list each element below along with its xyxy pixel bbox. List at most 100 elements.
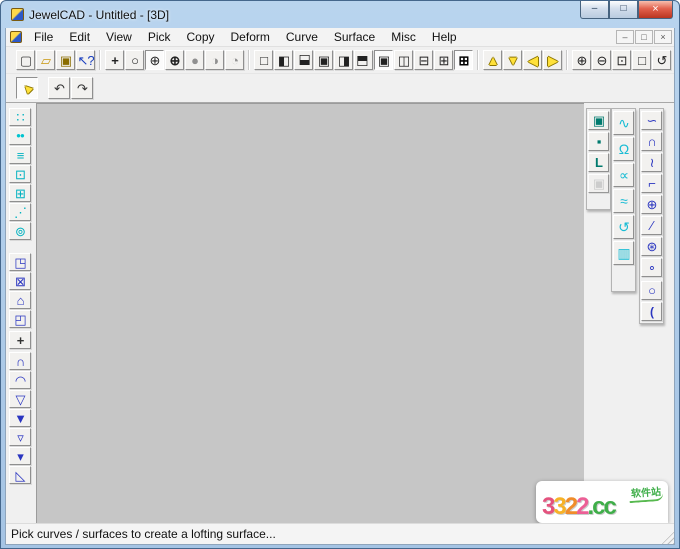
circle-curve-button[interactable]: ⊕ bbox=[641, 195, 662, 214]
shaded-edges-display-button[interactable]: ◑ bbox=[205, 50, 224, 70]
viewport-quad-button[interactable]: ⊞ bbox=[434, 50, 453, 70]
menu-bar: File Edit View Pick Copy Deform Curve Surface Mi… bbox=[6, 28, 674, 47]
menu-pick[interactable]: Pick bbox=[140, 29, 179, 45]
mdi-system-menu-icon[interactable] bbox=[9, 30, 23, 44]
polyline-icon: ∕ bbox=[650, 218, 653, 233]
diagonal-array-button[interactable]: ⋰ bbox=[9, 203, 31, 221]
help-pointer-icon: ↖? bbox=[77, 52, 94, 68]
wedge-profile-button[interactable]: ◺ bbox=[9, 466, 31, 484]
arc-curve-button[interactable]: ∩ bbox=[641, 132, 662, 151]
circular-array-button[interactable]: ⊚ bbox=[9, 222, 31, 240]
menu-misc[interactable]: Misc bbox=[383, 29, 424, 45]
viewport-left-button[interactable]: ◧ bbox=[274, 50, 293, 70]
revolve-surface-button[interactable]: ∝ bbox=[613, 163, 634, 187]
arc-profile-thick-button[interactable]: ◠ bbox=[9, 371, 31, 389]
resize-grip-icon[interactable] bbox=[660, 530, 674, 544]
panel-surface-button[interactable]: ▥ bbox=[613, 241, 634, 265]
arc-profile-thin-button[interactable]: ∩ bbox=[9, 352, 31, 370]
mdi-minimize-button[interactable]: – bbox=[616, 30, 634, 44]
grid-array-button[interactable]: ⊞ bbox=[9, 184, 31, 202]
menu-view[interactable]: View bbox=[98, 29, 140, 45]
pair-ellipses-button[interactable]: ●● bbox=[9, 127, 31, 145]
paste-object-button[interactable]: ▪ bbox=[588, 132, 609, 151]
vase-surface-button[interactable]: Ω bbox=[613, 137, 634, 161]
zoom-extents-button[interactable]: □ bbox=[632, 50, 651, 70]
rotate-left-button[interactable]: ◀ bbox=[523, 50, 542, 70]
open-button[interactable]: ▱ bbox=[36, 50, 55, 70]
zoom-in-button[interactable]: ⊕ bbox=[572, 50, 591, 70]
select-button[interactable]: ▲ bbox=[16, 77, 38, 99]
freeform-curve-icon: ∽ bbox=[646, 113, 658, 128]
polygon-curve-button[interactable]: ⊛ bbox=[641, 237, 662, 256]
snap-point-button[interactable]: + bbox=[9, 331, 31, 349]
viewport-bottom-button[interactable]: ◧ bbox=[294, 50, 313, 70]
viewport-right-button[interactable]: ◨ bbox=[334, 50, 353, 70]
blend-curve-button[interactable]: ≀ bbox=[641, 153, 662, 172]
wireframe-center-display-button[interactable]: ⊕ bbox=[145, 50, 164, 70]
close-button[interactable]: × bbox=[638, 1, 673, 19]
arch-profile-button[interactable]: ⌂ bbox=[9, 291, 31, 309]
select-arrow-icon: ▲ bbox=[17, 78, 37, 98]
context-help-button[interactable]: ↖? bbox=[76, 50, 95, 70]
taper-profile-button[interactable]: ▿ bbox=[9, 428, 31, 446]
polyline-curve-button[interactable]: ∕ bbox=[641, 216, 662, 235]
freeform-curve-button[interactable]: ∽ bbox=[641, 111, 662, 130]
viewport-single-button[interactable]: □ bbox=[254, 50, 273, 70]
undo-button[interactable]: ↶ bbox=[48, 77, 70, 99]
new-button[interactable]: ▢ bbox=[16, 50, 35, 70]
sweep-surface-button[interactable]: ∿ bbox=[613, 111, 634, 135]
minimize-button[interactable]: – bbox=[580, 1, 609, 19]
menu-edit[interactable]: Edit bbox=[61, 29, 98, 45]
viewport-top-button[interactable]: ◧ bbox=[354, 50, 373, 70]
crossed-rect-button[interactable]: ⊠ bbox=[9, 272, 31, 290]
zoom-out-button[interactable]: ⊖ bbox=[592, 50, 611, 70]
display-mode-group: + ○ ⊕ ⊕ ● ◑ ◔ bbox=[105, 50, 244, 70]
extend-surface-button[interactable]: ◳ bbox=[9, 253, 31, 271]
menu-copy[interactable]: Copy bbox=[179, 29, 223, 45]
mdi-restore-button[interactable]: □ bbox=[635, 30, 653, 44]
center-view-icon: ▣ bbox=[317, 52, 330, 68]
menu-deform[interactable]: Deform bbox=[223, 29, 278, 45]
viewport-quad-active-button[interactable]: ⊞ bbox=[454, 50, 473, 70]
tangent-curve-button[interactable]: ⌐ bbox=[641, 174, 662, 193]
ellipse-curve-button[interactable]: ○ bbox=[641, 281, 662, 300]
copy-objects-button[interactable]: ▣ bbox=[588, 111, 609, 130]
viewport-split-vertical-button[interactable]: ◫ bbox=[394, 50, 413, 70]
shell-surface-button[interactable]: ≈ bbox=[613, 189, 634, 213]
small-circle-curve-button[interactable]: ∘ bbox=[641, 258, 662, 277]
zoom-previous-button[interactable]: ↺ bbox=[652, 50, 671, 70]
taper-profile-filled-button[interactable]: ▾ bbox=[9, 447, 31, 465]
menu-surface[interactable]: Surface bbox=[326, 29, 383, 45]
open-arc-curve-button[interactable]: ( bbox=[641, 302, 662, 321]
group-gap bbox=[9, 240, 34, 253]
zoom-window-button[interactable]: ⊡ bbox=[612, 50, 631, 70]
triangle-profile-filled-button[interactable]: ▼ bbox=[9, 409, 31, 427]
rotate-down-button[interactable]: ▼ bbox=[503, 50, 522, 70]
triangle-profile-button[interactable]: ▽ bbox=[9, 390, 31, 408]
stacked-ellipses-button[interactable]: ≡ bbox=[9, 146, 31, 164]
save-button[interactable]: ▣ bbox=[56, 50, 75, 70]
corner-tool-button[interactable]: L bbox=[588, 153, 609, 172]
rendered-display-button[interactable]: ◔ bbox=[225, 50, 244, 70]
hidden-line-display-button[interactable]: ⊕ bbox=[165, 50, 184, 70]
viewport-3d[interactable] bbox=[36, 103, 584, 523]
menu-help[interactable]: Help bbox=[424, 29, 465, 45]
profile-node-button[interactable]: ⊡ bbox=[9, 165, 31, 183]
viewport-split-horizontal-button[interactable]: ⊟ bbox=[414, 50, 433, 70]
shaded-display-button[interactable]: ● bbox=[185, 50, 204, 70]
menu-file[interactable]: File bbox=[26, 29, 61, 45]
rect-arrow-icon: ◳ bbox=[14, 254, 26, 270]
viewport-active-button[interactable]: ▣ bbox=[374, 50, 393, 70]
spiral-surface-button[interactable]: ↺ bbox=[613, 215, 634, 239]
flip-rect-button[interactable]: ◰ bbox=[9, 310, 31, 328]
mdi-close-button[interactable]: × bbox=[654, 30, 672, 44]
maximize-button[interactable]: □ bbox=[609, 1, 638, 19]
redo-button[interactable]: ↷ bbox=[71, 77, 93, 99]
pick-control-points-button[interactable]: ∷ bbox=[9, 108, 31, 126]
menu-curve[interactable]: Curve bbox=[278, 29, 326, 45]
rotate-up-button[interactable]: ▲ bbox=[483, 50, 502, 70]
viewport-center-button[interactable]: ▣ bbox=[314, 50, 333, 70]
wireframe-display-button[interactable]: ○ bbox=[125, 50, 144, 70]
rotate-right-button[interactable]: ▶ bbox=[543, 50, 562, 70]
point-display-button[interactable]: + bbox=[105, 50, 124, 70]
